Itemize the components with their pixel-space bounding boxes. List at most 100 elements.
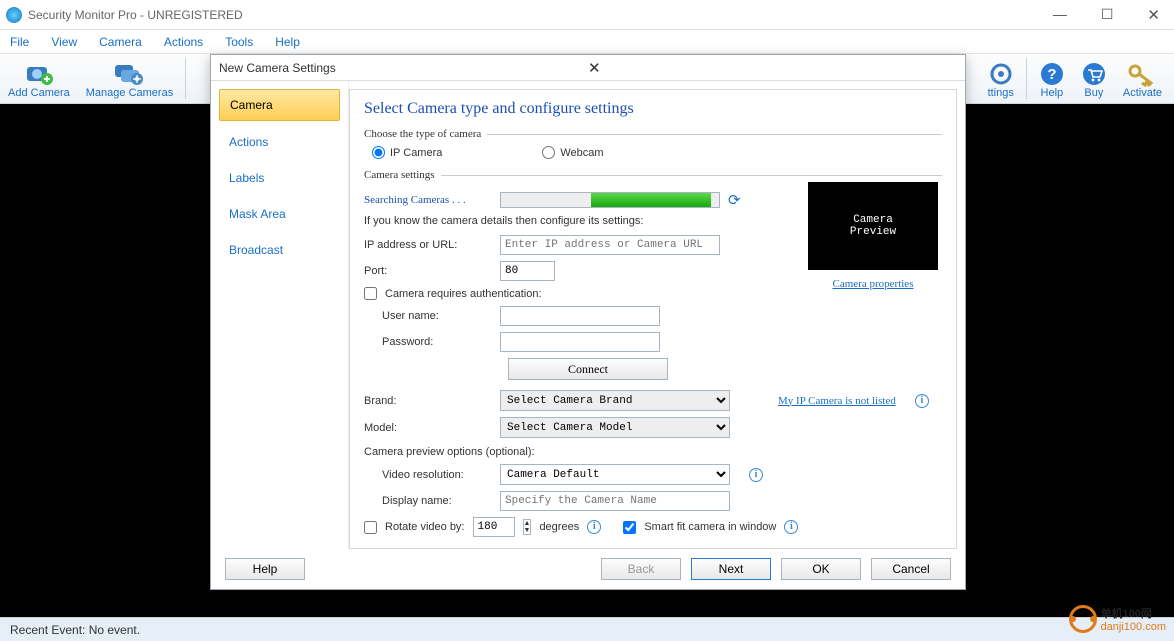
display-name-label: Display name:	[364, 495, 492, 507]
dialog-panel: Select Camera type and configure setting…	[349, 89, 957, 549]
searching-label: Searching Cameras . . .	[364, 194, 492, 206]
menu-actions[interactable]: Actions	[164, 35, 203, 49]
resolution-select[interactable]: Camera Default	[500, 464, 730, 485]
display-name-input[interactable]	[500, 491, 730, 511]
auth-checkbox[interactable]	[364, 287, 377, 300]
ip-input[interactable]	[500, 235, 720, 255]
info-icon[interactable]: i	[749, 468, 763, 482]
camera-type-group: Choose the type of camera IP Camera Webc…	[364, 128, 942, 159]
dialog-titlebar: New Camera Settings ✕	[211, 55, 965, 81]
auth-label: Camera requires authentication:	[385, 288, 542, 300]
menu-file[interactable]: File	[10, 35, 29, 49]
dialog-title: New Camera Settings	[219, 61, 584, 75]
gear-icon	[988, 61, 1014, 87]
help-button[interactable]: Help	[225, 558, 305, 580]
smartfit-checkbox[interactable]	[623, 521, 636, 534]
nav-camera[interactable]: Camera	[219, 89, 340, 121]
model-label: Model:	[364, 422, 492, 434]
back-button: Back	[601, 558, 681, 580]
toolbar-separator	[1026, 58, 1027, 99]
camera-add-icon	[23, 61, 55, 87]
nav-actions[interactable]: Actions	[219, 127, 340, 157]
settings-label: ttings	[988, 87, 1014, 99]
activate-button[interactable]: Activate	[1115, 59, 1170, 103]
menu-help[interactable]: Help	[275, 35, 300, 49]
info-icon[interactable]: i	[587, 520, 601, 534]
buy-label: Buy	[1084, 87, 1103, 99]
svg-text:?: ?	[1047, 66, 1056, 83]
window-title: Security Monitor Pro - UNREGISTERED	[28, 8, 1045, 22]
ok-button[interactable]: OK	[781, 558, 861, 580]
rotate-input[interactable]	[473, 517, 515, 537]
rotate-label: Rotate video by:	[385, 521, 465, 533]
model-select[interactable]: Select Camera Model	[500, 417, 730, 438]
radio-webcam-input[interactable]	[542, 146, 555, 159]
watermark-cn: 单机100网	[1101, 608, 1152, 620]
dialog-footer: Help Back Next OK Cancel	[211, 549, 965, 589]
settings-button[interactable]: ttings	[980, 59, 1022, 103]
dialog-nav: Camera Actions Labels Mask Area Broadcas…	[211, 81, 349, 549]
rotate-spinner[interactable]: ▲▼	[523, 519, 532, 535]
titlebar: Security Monitor Pro - UNREGISTERED — ☐ …	[0, 0, 1174, 30]
radio-ip-input[interactable]	[372, 146, 385, 159]
panel-heading: Select Camera type and configure setting…	[364, 100, 942, 118]
camera-manage-icon	[113, 61, 145, 87]
camera-properties-link[interactable]: Camera properties	[808, 278, 938, 290]
help-label: Help	[1041, 87, 1064, 99]
activate-label: Activate	[1123, 87, 1162, 99]
nav-labels[interactable]: Labels	[219, 163, 340, 193]
menu-camera[interactable]: Camera	[99, 35, 142, 49]
buy-button[interactable]: Buy	[1073, 59, 1115, 103]
search-progress	[500, 192, 720, 208]
toolbar-separator	[185, 58, 186, 99]
window-minimize[interactable]: —	[1045, 4, 1075, 26]
preview-options-label: Camera preview options (optional):	[364, 446, 942, 458]
add-camera-button[interactable]: Add Camera	[0, 59, 78, 103]
menu-view[interactable]: View	[51, 35, 77, 49]
brand-select[interactable]: Select Camera Brand	[500, 390, 730, 411]
user-input[interactable]	[500, 306, 660, 326]
nav-broadcast[interactable]: Broadcast	[219, 235, 340, 265]
radio-ip-camera[interactable]: IP Camera	[372, 146, 442, 159]
pass-input[interactable]	[500, 332, 660, 352]
port-input[interactable]	[500, 261, 555, 281]
manage-cameras-button[interactable]: Manage Cameras	[78, 59, 181, 103]
menu-tools[interactable]: Tools	[225, 35, 253, 49]
manage-cameras-label: Manage Cameras	[86, 87, 173, 99]
watermark: 单机100网 danji100.com	[1069, 605, 1166, 633]
brand-label: Brand:	[364, 395, 492, 407]
camera-settings-legend: Camera settings	[364, 169, 441, 181]
cancel-button[interactable]: Cancel	[871, 558, 951, 580]
nav-mask-area[interactable]: Mask Area	[219, 199, 340, 229]
statusbar: Recent Event: No event.	[0, 617, 1174, 641]
rotate-checkbox[interactable]	[364, 521, 377, 534]
radio-webcam[interactable]: Webcam	[542, 146, 603, 159]
smartfit-label: Smart fit camera in window	[644, 521, 776, 533]
camera-preview: Camera Preview	[808, 182, 938, 270]
window-close[interactable]: ✕	[1139, 4, 1168, 26]
help-button[interactable]: ? Help	[1031, 59, 1073, 103]
app-icon	[6, 7, 22, 23]
resolution-label: Video resolution:	[364, 469, 492, 481]
dialog-close-icon[interactable]: ✕	[584, 59, 957, 77]
refresh-icon[interactable]: ⟳	[728, 191, 741, 209]
degrees-label: degrees	[539, 521, 579, 533]
connect-button[interactable]: Connect	[508, 358, 668, 380]
not-listed-link[interactable]: My IP Camera is not listed	[778, 395, 896, 407]
pass-label: Password:	[364, 336, 492, 348]
cart-icon	[1081, 61, 1107, 87]
user-label: User name:	[364, 310, 492, 322]
info-icon[interactable]: i	[915, 394, 929, 408]
watermark-icon	[1069, 605, 1097, 633]
status-text: Recent Event: No event.	[10, 623, 140, 637]
camera-type-legend: Choose the type of camera	[364, 128, 487, 140]
next-button[interactable]: Next	[691, 558, 771, 580]
window-maximize[interactable]: ☐	[1093, 4, 1122, 26]
port-label: Port:	[364, 265, 492, 277]
key-icon	[1126, 61, 1158, 87]
info-icon[interactable]: i	[784, 520, 798, 534]
help-icon: ?	[1039, 61, 1065, 87]
menubar: File View Camera Actions Tools Help	[0, 30, 1174, 54]
add-camera-label: Add Camera	[8, 87, 70, 99]
watermark-url: danji100.com	[1101, 621, 1166, 633]
